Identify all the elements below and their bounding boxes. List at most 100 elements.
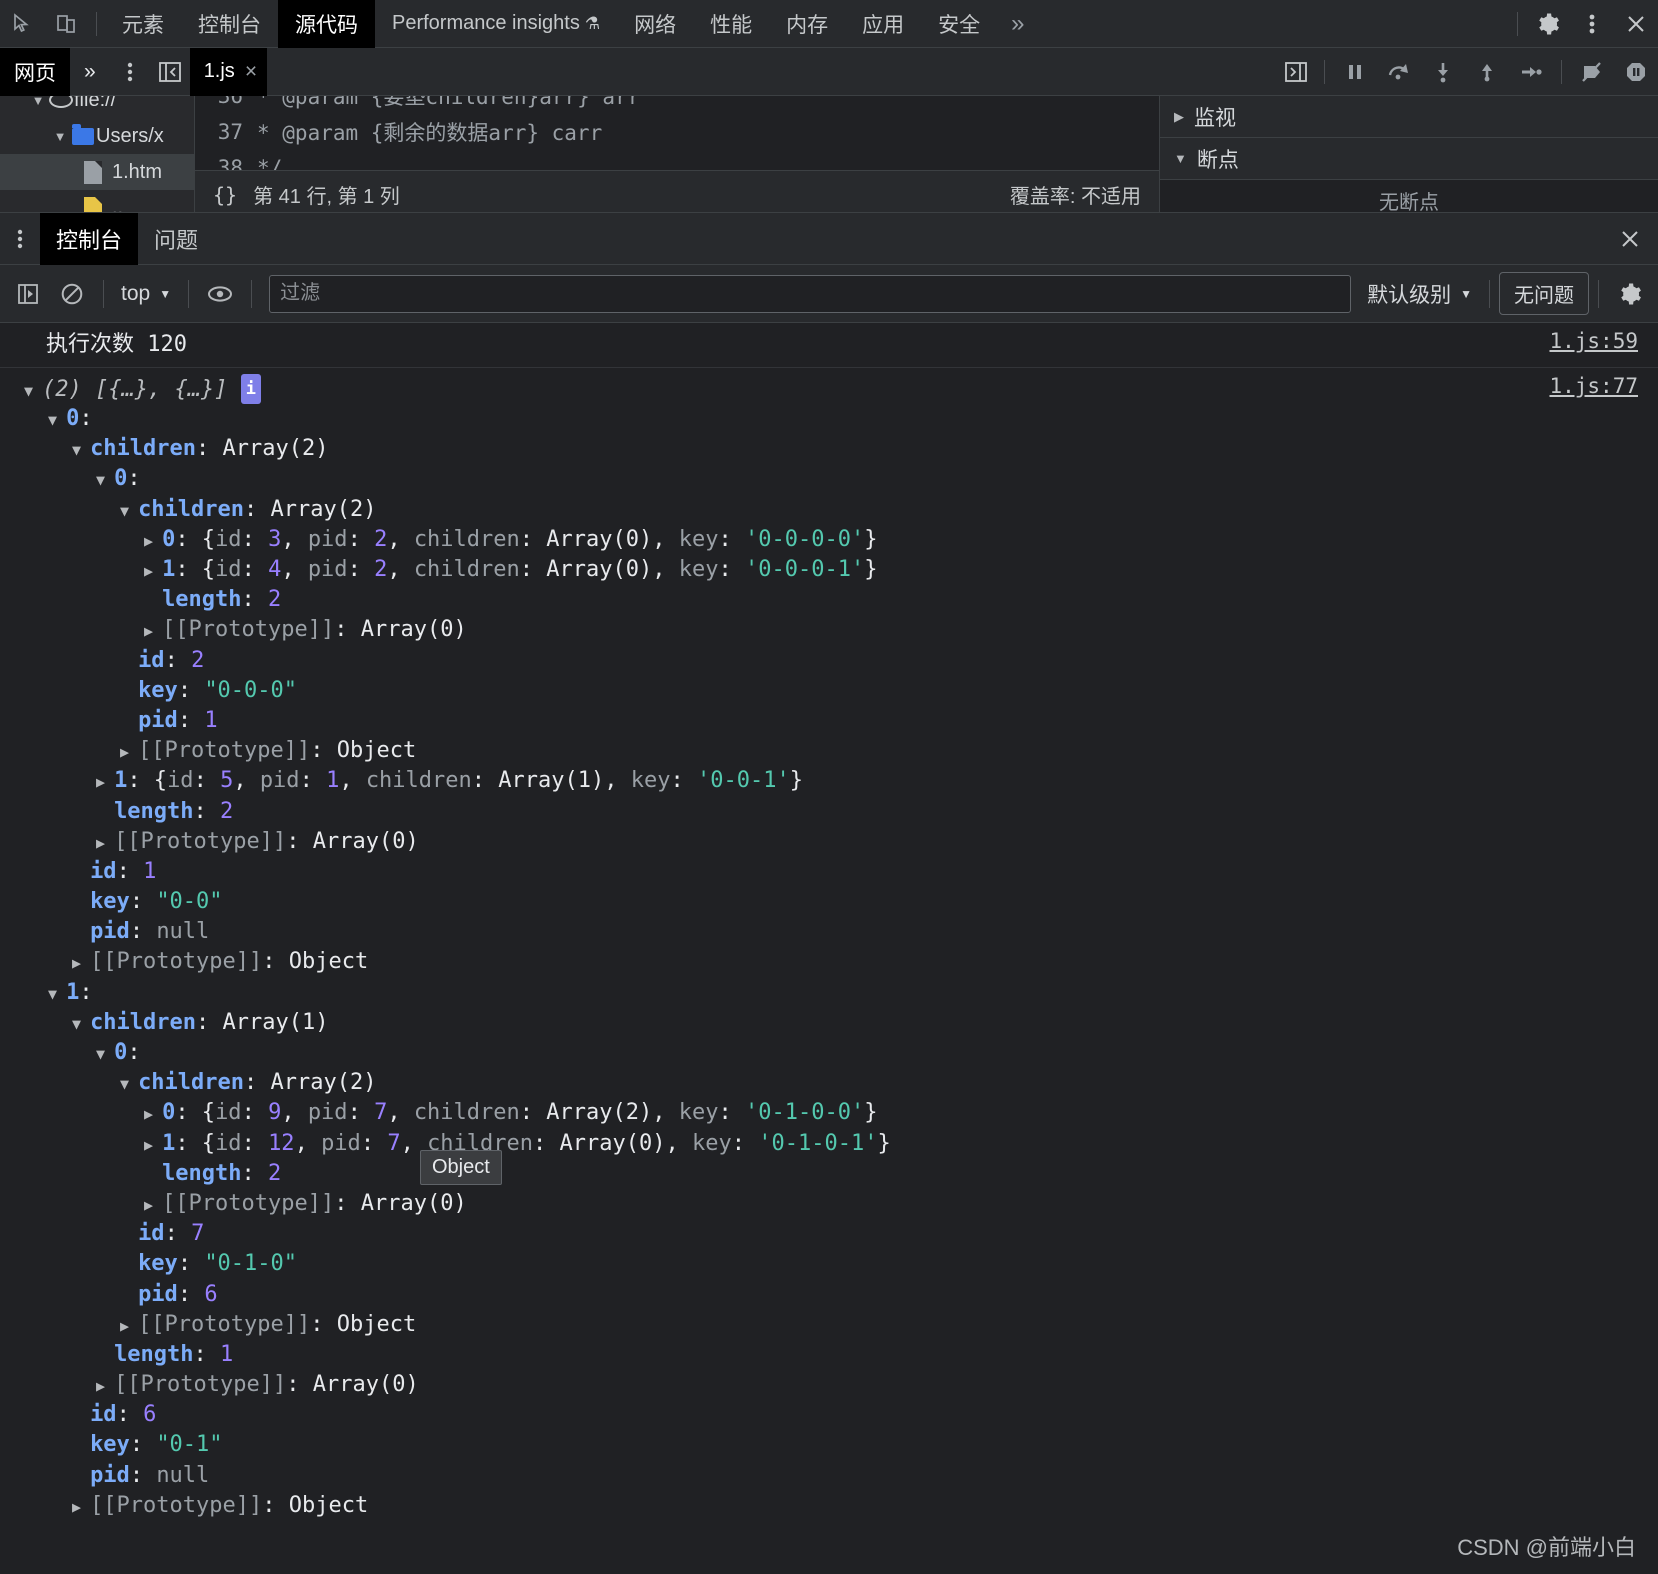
execution-context-selector[interactable]: top ▼ xyxy=(113,282,179,306)
gear-icon[interactable] xyxy=(1526,0,1570,48)
object-tree-row[interactable]: id: 1 xyxy=(0,857,1549,887)
object-tree-row[interactable]: ▶ [[Prototype]]: Array(0) xyxy=(0,1189,1549,1219)
tab-performance[interactable]: 性能 xyxy=(693,0,769,48)
step-over-icon[interactable] xyxy=(1377,48,1421,96)
sources-more-options-icon[interactable] xyxy=(110,48,150,96)
chevron-right-icon[interactable]: ▶ xyxy=(72,954,90,972)
chevron-down-icon[interactable]: ▼ xyxy=(120,1075,138,1093)
object-tree-row[interactable]: pid: null xyxy=(0,917,1549,947)
chevron-right-icon[interactable]: ▶ xyxy=(120,743,138,761)
chevron-right-icon[interactable]: ▶ xyxy=(144,532,162,550)
object-tree-row[interactable]: ▼ children: Array(1) xyxy=(0,1008,1549,1038)
chevron-down-icon[interactable]: ▼ xyxy=(72,1015,90,1033)
chevron-right-icon[interactable]: ▶ xyxy=(96,773,114,791)
tab-security[interactable]: 安全 xyxy=(921,0,997,48)
object-tree-row[interactable]: ▶ [[Prototype]]: Array(0) xyxy=(0,827,1549,857)
object-tree-row[interactable]: ▶ [[Prototype]]: Object xyxy=(0,1491,1549,1521)
object-tree-row[interactable]: length: 2 xyxy=(0,797,1549,827)
object-tree-row[interactable]: pid: 6 xyxy=(0,1280,1549,1310)
step-out-icon[interactable] xyxy=(1465,48,1509,96)
file-tab-close-icon[interactable]: × xyxy=(245,60,257,84)
tree-row-1-html[interactable]: 1.htm xyxy=(0,154,194,190)
object-tree-row[interactable]: ▶ [[Prototype]]: Object xyxy=(0,947,1549,977)
object-tree-row[interactable]: ▼ 0: xyxy=(0,404,1549,434)
chevron-down-icon[interactable]: ▼ xyxy=(72,441,90,459)
console-source-link[interactable]: 1.js:59 xyxy=(1549,329,1658,353)
debug-section-watch[interactable]: ▶ 监视 xyxy=(1160,96,1658,138)
object-tree-row[interactable]: ▶ [[Prototype]]: Array(0) xyxy=(0,1370,1549,1400)
object-tree-row[interactable]: ▼ 1: xyxy=(0,978,1549,1008)
chevron-right-icon[interactable]: ▶ xyxy=(144,562,162,580)
object-tree-row[interactable]: key: "0-0-0" xyxy=(0,676,1549,706)
object-tree-row[interactable]: ▼ children: Array(2) xyxy=(0,1068,1549,1098)
object-tree-row[interactable]: ▶ 0: {id: 3, pid: 2, children: Array(0),… xyxy=(0,525,1549,555)
object-tree-row[interactable]: ▼ 0: xyxy=(0,1038,1549,1068)
resume-icon[interactable] xyxy=(1333,48,1377,96)
console-source-link[interactable]: 1.js:77 xyxy=(1549,374,1658,398)
console-message-object[interactable]: ▼ (2) [{…}, {…}] i ▼ 0: ▼ children: Array(… xyxy=(0,368,1658,1527)
chevron-right-icon[interactable]: ▶ xyxy=(144,622,162,640)
console-message[interactable]: 执行次数 120 1.js:59 xyxy=(0,323,1658,368)
object-tree-row[interactable]: ▶ [[Prototype]]: Array(0) xyxy=(0,615,1549,645)
sources-tab-page[interactable]: 网页 xyxy=(0,47,70,96)
object-tree-row[interactable]: key: "0-1" xyxy=(0,1430,1549,1460)
step-icon[interactable] xyxy=(1509,48,1553,96)
object-tree-row[interactable]: length: 2 xyxy=(0,1159,1549,1189)
drawer-tab-issues[interactable]: 问题 xyxy=(138,213,214,265)
object-tree-row[interactable]: length: 2 xyxy=(0,585,1549,615)
object-tree-row[interactable]: ▶ 1: {id: 5, pid: 1, children: Array(1),… xyxy=(0,766,1549,796)
step-into-icon[interactable] xyxy=(1421,48,1465,96)
sources-tabs-overflow[interactable]: » xyxy=(70,48,110,96)
live-expression-icon[interactable] xyxy=(198,265,242,323)
device-toolbar-icon[interactable] xyxy=(44,0,88,48)
chevron-down-icon[interactable]: ▼ xyxy=(48,411,66,429)
object-inspector-tree[interactable]: ▼ (2) [{…}, {…}] i ▼ 0: ▼ children: Array(… xyxy=(0,373,1549,1527)
chevron-right-icon[interactable]: ▶ xyxy=(144,1196,162,1214)
object-tree-row[interactable]: length: 1 xyxy=(0,1340,1549,1370)
object-tree-row[interactable]: ▶ 1: {id: 4, pid: 2, children: Array(0),… xyxy=(0,555,1549,585)
chevron-down-icon[interactable]: ▼ xyxy=(96,1045,114,1063)
chevron-down-icon[interactable]: ▼ xyxy=(48,985,66,1003)
console-filter-input[interactable] xyxy=(269,274,1352,313)
object-tree-row[interactable]: ▼ children: Array(2) xyxy=(0,495,1549,525)
object-tree-row[interactable]: key: "0-0" xyxy=(0,887,1549,917)
object-tree-row[interactable]: id: 7 xyxy=(0,1219,1549,1249)
tree-row-users-folder[interactable]: ▼ Users/x xyxy=(0,118,194,154)
more-tools-icon[interactable] xyxy=(0,215,40,263)
console-sidebar-icon[interactable] xyxy=(6,265,50,323)
file-navigator[interactable]: ▼ file:// ▼ Users/x 1.htm .. xyxy=(0,96,195,218)
tree-row-file-scheme[interactable]: ▼ file:// xyxy=(0,96,194,118)
show-debugger-icon[interactable] xyxy=(1276,48,1316,96)
object-tree-row[interactable]: ▶ [[Prototype]]: Object xyxy=(0,736,1549,766)
object-tree-row[interactable]: ▼ (2) [{…}, {…}] i xyxy=(0,373,1549,405)
object-tree-row[interactable]: pid: null xyxy=(0,1461,1549,1491)
drawer-close-icon[interactable] xyxy=(1602,213,1658,265)
object-tree-row[interactable]: pid: 1 xyxy=(0,706,1549,736)
chevron-right-icon[interactable]: ▶ xyxy=(144,1105,162,1123)
object-tree-row[interactable]: key: "0-1-0" xyxy=(0,1249,1549,1279)
drawer-tab-console[interactable]: 控制台 xyxy=(40,212,139,265)
tab-console[interactable]: 控制台 xyxy=(181,0,278,48)
object-tree-row[interactable]: id: 2 xyxy=(0,646,1549,676)
tab-elements[interactable]: 元素 xyxy=(105,0,181,48)
chevron-right-icon[interactable]: ▶ xyxy=(72,1498,90,1516)
tab-sources[interactable]: 源代码 xyxy=(278,0,375,48)
clear-console-icon[interactable] xyxy=(50,265,94,323)
pause-on-exceptions-icon[interactable] xyxy=(1614,48,1658,96)
code-editor[interactable]: 36 * @param {要垫children}arr} arr 37 * @p… xyxy=(195,96,1160,218)
show-navigator-icon[interactable] xyxy=(150,48,190,96)
chevron-down-icon[interactable]: ▼ xyxy=(24,382,42,400)
tab-performance-insights[interactable]: Performance insights ⚗ xyxy=(375,0,617,48)
deactivate-breakpoints-icon[interactable] xyxy=(1570,48,1614,96)
inspect-element-icon[interactable] xyxy=(0,0,44,48)
more-options-icon[interactable] xyxy=(1570,0,1614,48)
log-level-selector[interactable]: 默认级别 ▼ xyxy=(1359,279,1480,309)
chevron-right-icon[interactable]: ▶ xyxy=(96,834,114,852)
tab-network[interactable]: 网络 xyxy=(617,0,693,48)
object-tree-row[interactable]: ▼ children: Array(2) xyxy=(0,434,1549,464)
tab-application[interactable]: 应用 xyxy=(845,0,921,48)
issues-counter[interactable]: 无问题 xyxy=(1499,272,1589,315)
debug-section-breakpoints[interactable]: ▼ 断点 xyxy=(1160,138,1658,180)
object-tree-row[interactable]: ▶ 0: {id: 9, pid: 7, children: Array(2),… xyxy=(0,1098,1549,1128)
close-icon[interactable] xyxy=(1614,0,1658,48)
